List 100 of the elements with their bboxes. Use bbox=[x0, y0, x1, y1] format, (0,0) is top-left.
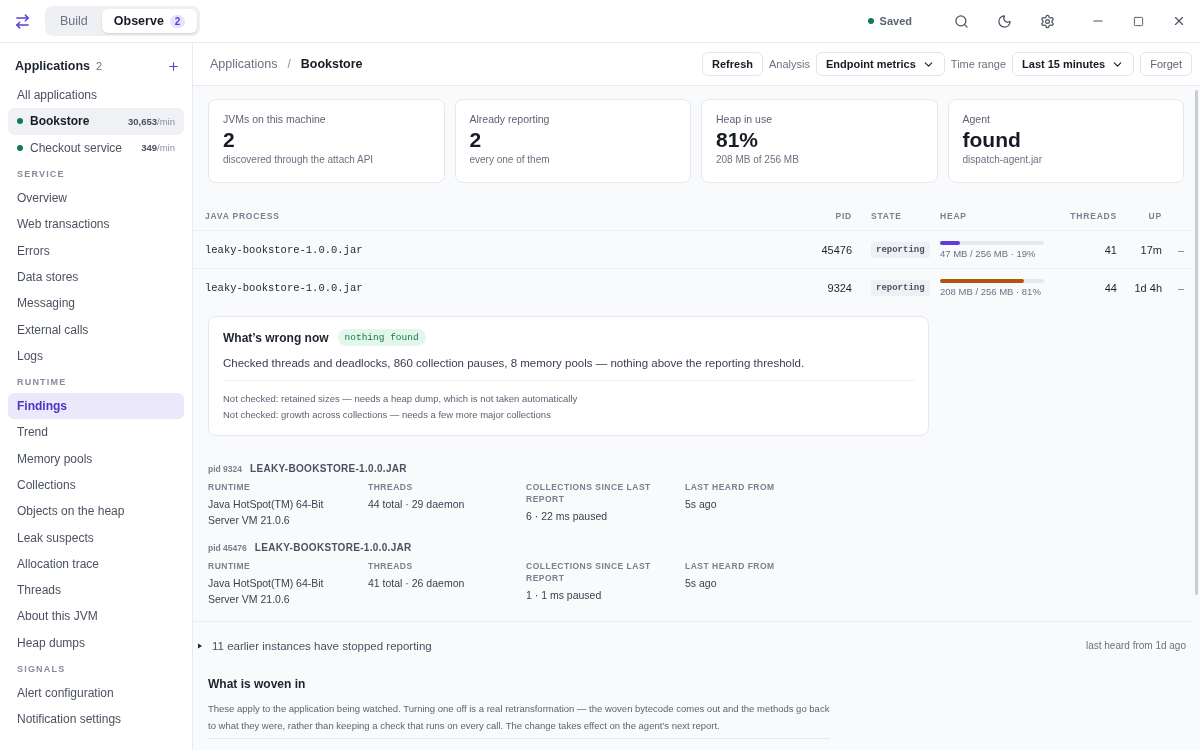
nav-item[interactable]: External calls bbox=[8, 316, 184, 343]
add-icon[interactable] bbox=[167, 59, 180, 73]
field-value: 1 · 1 ms paused bbox=[526, 588, 603, 603]
field-value: Java HotSpot(TM) 64-Bit Server VM 21.0.6 bbox=[208, 497, 325, 528]
not-checked-note: Not checked: growth across collections — needs a few more major collections bbox=[223, 408, 552, 422]
heap-usage: 47 MB / 256 MB · 19% bbox=[940, 247, 1037, 259]
stat-label: JVMs on this machine bbox=[223, 113, 327, 125]
nav-item[interactable]: Threads bbox=[8, 577, 184, 604]
settings-icon[interactable] bbox=[1040, 13, 1055, 29]
breadcrumb-separator: / bbox=[287, 57, 291, 71]
stat-value: found bbox=[962, 128, 1022, 152]
table-cell-text: leaky-bookstore-1.0.0.jar bbox=[205, 243, 364, 256]
maximize-icon[interactable] bbox=[1133, 15, 1144, 27]
field-value: 44 total · 29 daemon bbox=[368, 497, 466, 512]
search-icon[interactable] bbox=[954, 13, 969, 29]
time-range-label: Time range bbox=[950, 58, 1007, 70]
stat-label: Already reporting bbox=[469, 113, 551, 125]
column-header: STATE bbox=[870, 210, 903, 221]
app-name: Checkout service bbox=[30, 140, 123, 155]
field-value: 41 total · 26 daemon bbox=[368, 576, 466, 591]
app-item[interactable]: Bookstore 30,653/min bbox=[8, 108, 184, 135]
sidebar-item[interactable]: All applications bbox=[8, 82, 184, 109]
breadcrumb-item[interactable]: Applications bbox=[210, 57, 278, 71]
findings-title: What’s wrong now bbox=[223, 330, 329, 345]
nav-item[interactable]: Overview bbox=[8, 184, 184, 212]
nav-item[interactable]: Allocation trace bbox=[8, 550, 184, 578]
time-range-dropdown[interactable]: Last 15 minutes bbox=[1012, 52, 1135, 76]
findings-summary: Checked threads and deadlocks, 860 collection pauses, 8 memory pools — nothing above the reporting threshold. bbox=[223, 357, 914, 381]
expand-caret-icon[interactable] bbox=[197, 642, 203, 649]
process-name: LEAKY-BOOKSTORE-1.0.0.JAR bbox=[250, 463, 407, 474]
nav-item[interactable]: Messaging bbox=[8, 290, 184, 317]
swap-arrows-icon[interactable] bbox=[14, 12, 31, 30]
section-heading: RUNTIME bbox=[16, 375, 68, 389]
field-label: COLLECTIONS SINCE LAST REPORT bbox=[526, 560, 652, 584]
stat-label: Heap in use bbox=[716, 113, 774, 125]
nav-item[interactable]: Findings bbox=[8, 392, 184, 420]
mode-tab[interactable]: Build bbox=[48, 9, 100, 33]
count-badge: 2 bbox=[169, 14, 186, 28]
table-cell-text: leaky-bookstore-1.0.0.jar bbox=[205, 282, 364, 294]
nav-item[interactable]: About this JVM bbox=[8, 603, 184, 630]
nav-item[interactable]: Memory pools bbox=[8, 445, 184, 472]
last-heard: last heard from 1d ago bbox=[1085, 640, 1186, 651]
app-count: 2 bbox=[96, 60, 103, 72]
field-label: COLLECTIONS SINCE LAST REPORT bbox=[526, 481, 652, 505]
section-title: What is woven in bbox=[208, 677, 307, 691]
nav-item[interactable]: Data stores bbox=[8, 263, 184, 291]
field-value: 5s ago bbox=[685, 576, 718, 591]
state-tag: reporting bbox=[871, 280, 930, 296]
column-header: UP bbox=[1147, 210, 1162, 221]
row-action[interactable]: – bbox=[1162, 282, 1184, 294]
nav-item[interactable]: Leak suspects bbox=[8, 524, 184, 551]
field-label: LAST HEARD FROM bbox=[685, 560, 776, 572]
field-label: RUNTIME bbox=[208, 481, 252, 493]
column-header: JAVA PROCESS bbox=[205, 210, 281, 221]
field-label: THREADS bbox=[368, 481, 414, 493]
close-icon[interactable] bbox=[1172, 14, 1186, 28]
row-action[interactable]: – bbox=[1162, 243, 1184, 256]
stat-label: Agent bbox=[962, 113, 991, 125]
nav-item[interactable]: Trend bbox=[8, 419, 184, 446]
save-status: Saved bbox=[879, 15, 912, 27]
pid-label: pid 45476 bbox=[208, 543, 247, 553]
forget-button[interactable]: Forget bbox=[1140, 52, 1192, 76]
pid-label: pid 9324 bbox=[208, 464, 243, 474]
stat-value: 81% bbox=[716, 128, 760, 152]
status-tag: nothing found bbox=[337, 329, 426, 346]
nav-item[interactable]: Logs bbox=[8, 342, 184, 369]
column-header: HEAP bbox=[940, 210, 968, 221]
nav-item[interactable]: Web transactions bbox=[8, 211, 184, 238]
moon-icon[interactable] bbox=[997, 13, 1012, 29]
stat-value: 2 bbox=[223, 128, 236, 152]
stat-note: discovered through the attach API bbox=[223, 154, 375, 165]
scrollbar-thumb[interactable] bbox=[1195, 90, 1198, 595]
nav-item[interactable]: Objects on the heap bbox=[8, 498, 184, 525]
field-value: 5s ago bbox=[685, 497, 718, 512]
analysis-dropdown[interactable]: Endpoint metrics bbox=[816, 52, 945, 76]
breadcrumb-item: Bookstore bbox=[300, 57, 363, 71]
stat-note: every one of them bbox=[469, 154, 551, 165]
table-cell-text: 1d 4h bbox=[1133, 282, 1162, 294]
table-cell-text: 9324 bbox=[826, 282, 852, 294]
column-header: THREADS bbox=[1069, 210, 1117, 221]
nav-item[interactable]: Collections bbox=[8, 471, 184, 499]
nav-item[interactable]: Notification settings bbox=[8, 706, 184, 733]
field-label: THREADS bbox=[368, 560, 414, 572]
mode-tab[interactable]: Observe 2 bbox=[101, 9, 198, 33]
stat-value: 2 bbox=[469, 128, 483, 152]
table-cell-text: 17m bbox=[1139, 243, 1162, 256]
refresh-button[interactable]: Refresh bbox=[702, 52, 763, 76]
table-cell-text: 44 bbox=[1103, 282, 1117, 294]
nav-item[interactable]: Alert configuration bbox=[8, 679, 184, 707]
earlier-instances-toggle[interactable]: 11 earlier instances have stopped reporting bbox=[212, 639, 432, 652]
heap-usage: 208 MB / 256 MB · 81% bbox=[940, 286, 1042, 297]
table-cell-text: 45476 bbox=[820, 243, 852, 256]
field-value: Java HotSpot(TM) 64-Bit Server VM 21.0.6 bbox=[208, 576, 325, 607]
field-value: 6 · 22 ms paused bbox=[526, 509, 609, 524]
stat-note: 208 MB of 256 MB bbox=[716, 154, 800, 165]
nav-item[interactable]: Errors bbox=[8, 237, 184, 264]
nav-item[interactable]: Heap dumps bbox=[8, 629, 184, 656]
process-name: LEAKY-BOOKSTORE-1.0.0.JAR bbox=[254, 542, 412, 553]
app-item[interactable]: Checkout service 349/min bbox=[8, 134, 184, 161]
table-cell-text: 41 bbox=[1103, 243, 1117, 256]
